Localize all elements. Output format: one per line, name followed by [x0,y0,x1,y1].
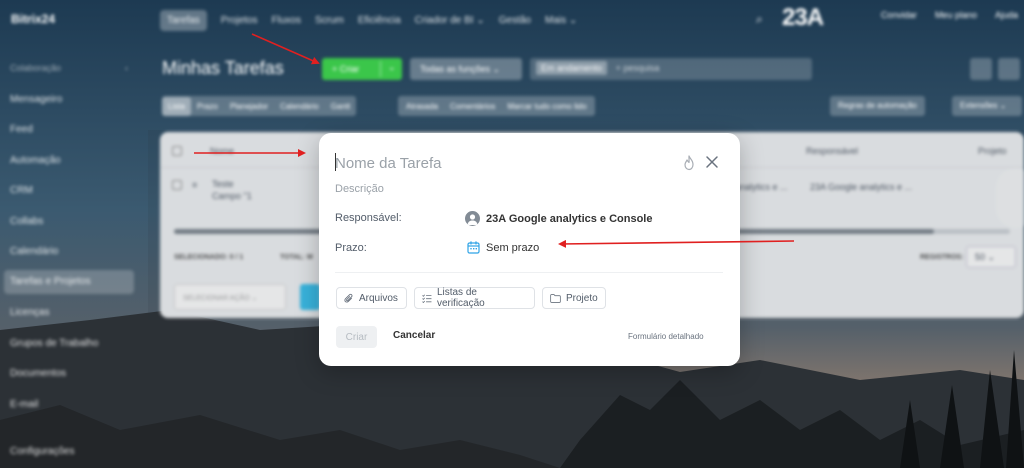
deadline-selector[interactable]: Sem prazo [467,241,539,254]
counters-bar: Atrasada Comentários Marcar tudo como li… [398,96,595,116]
top-navigation: Tarefas Projetos Fluxos Scrum Eficiência… [160,8,577,32]
app-logo: Bitrix24 [11,12,56,26]
description-field[interactable]: Descrição [335,183,384,195]
sidebar-group-collaboration[interactable]: Colaboração ‹ [10,63,134,73]
search-icon[interactable]: ⌕ [756,12,763,27]
detailed-form-link[interactable]: Formulário detalhado [628,332,704,341]
tab-tasks[interactable]: Tarefas [160,9,207,31]
deadline-label: Prazo: [335,242,367,254]
view-calendar[interactable]: Calendário [274,102,325,111]
page-title: Minhas Tarefas [162,58,284,78]
gear-icon[interactable] [970,58,992,80]
task-search-input[interactable]: Em andamento + pesquisa [530,58,812,80]
project-label: Projeto [566,292,598,304]
view-planner[interactable]: Planejador [224,102,274,111]
sidebar-item-collabs[interactable]: Collabs [10,216,43,227]
lightning-icon[interactable] [998,58,1020,80]
user-icon [467,214,478,225]
view-list[interactable]: Lista [162,96,191,116]
tab-more[interactable]: Mais ⌄ [545,15,577,26]
brand-text: 23A [782,4,824,31]
checklists-label: Listas de verificação [436,287,485,309]
sidebar-item-settings[interactable]: Configurações [10,446,74,457]
divider [335,272,723,273]
button-separator [380,61,381,77]
create-button[interactable]: Criar [336,326,377,348]
deadline-value: Sem prazo [486,241,540,254]
tab-efficiency[interactable]: Eficiência [358,15,401,26]
text-caret [335,153,336,171]
checklist-icon [422,293,432,303]
sidebar-item-email[interactable]: E-mail [10,399,38,410]
sidebar-item-crm[interactable]: CRM [10,185,33,196]
tab-management[interactable]: Gestão [499,15,531,26]
invite-link[interactable]: Convidar [881,10,917,20]
responsible-label: Responsável: [335,212,402,224]
chevron-left-icon: ‹ [125,63,128,73]
project-button[interactable]: Projeto [542,287,606,309]
calendar-icon [467,241,480,254]
sidebar: Bitrix24 Colaboração ‹ Mensageiro Feed A… [0,0,148,468]
sidebar-item-documents[interactable]: Documentos [10,368,66,379]
tab-flows[interactable]: Fluxos [271,15,300,26]
create-task-button[interactable]: + Criar ⌄ [322,58,402,80]
my-plan-link[interactable]: Meu plano [935,10,977,20]
tab-scrum[interactable]: Scrum [315,15,344,26]
folder-icon [550,293,561,303]
flame-icon[interactable] [682,155,696,171]
top-right-links: Convidar Meu plano Ajuda [881,10,1018,20]
cancel-button[interactable]: Cancelar [393,330,435,341]
responsible-name: 23A Google analytics e Console [486,212,653,225]
chevron-down-icon[interactable]: ⌄ [388,62,396,73]
sidebar-item-workgroups[interactable]: Grupos de Trabalho [10,338,98,349]
extensions-button[interactable]: Extensões ⌄ [952,96,1022,116]
tab-projects[interactable]: Projetos [221,15,258,26]
counter-comments[interactable]: Comentários [450,102,495,111]
files-label: Arquivos [359,292,398,304]
counter-overdue[interactable]: Atrasada [406,102,438,111]
filter-tag[interactable]: Em andamento [536,61,608,75]
sidebar-item-messenger[interactable]: Mensageiro [10,94,62,105]
view-deadline[interactable]: Prazo [191,102,224,111]
sidebar-group-label: Colaboração [10,63,62,73]
checklists-button[interactable]: Listas de verificação [414,287,535,309]
sidebar-item-automation[interactable]: Automação [10,155,61,166]
close-icon[interactable] [705,155,719,169]
responsible-selector[interactable]: 23A Google analytics e Console [465,211,652,226]
sidebar-item-calendar[interactable]: Calendário [10,246,58,257]
automation-rules-button[interactable]: Regras de automação [830,96,925,116]
view-switcher: Lista Prazo Planejador Calendário Gantt [162,96,357,116]
sidebar-item-feed[interactable]: Feed [10,124,33,135]
files-button[interactable]: Arquivos [336,287,407,309]
view-gantt[interactable]: Gantt [325,102,357,111]
task-name-input[interactable] [335,153,665,173]
search-placeholder: + pesquisa [615,63,660,73]
sidebar-item-licenses[interactable]: Licenças [10,307,49,318]
tab-bi-builder[interactable]: Criador de BI ⌄ [415,15,485,26]
mark-all-read[interactable]: Marcar tudo como lido [507,102,586,111]
avatar [465,211,480,226]
brand-logo: 23A [782,4,824,32]
help-link[interactable]: Ajuda [995,10,1018,20]
sidebar-item-tasks[interactable]: Tarefas e Projetos [4,270,134,294]
create-task-label: + Criar [332,64,360,74]
paperclip-icon [344,293,353,303]
task-create-modal: Descrição Responsável: 23A Google analyt… [319,133,740,366]
role-filter-button[interactable]: Todas as funções ⌄ [410,58,522,80]
